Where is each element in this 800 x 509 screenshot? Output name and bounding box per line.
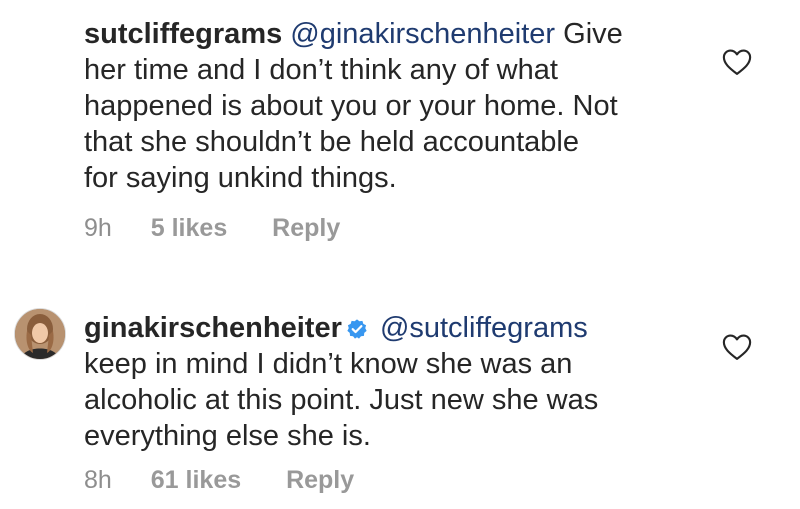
comment-item: sutcliffegrams @ginakirschenheiter Give …	[0, 0, 800, 260]
comment-meta: 8h 61 likes Reply	[84, 466, 354, 495]
reply-button[interactable]: Reply	[272, 214, 340, 243]
reply-button[interactable]: Reply	[286, 466, 354, 495]
comment-mention[interactable]: @ginakirschenheiter	[290, 18, 555, 50]
comment-text-line: that she shouldn’t be held accountable	[84, 126, 579, 158]
avatar[interactable]	[14, 308, 66, 360]
heart-outline-icon[interactable]	[722, 48, 752, 76]
comment-username[interactable]: sutcliffegrams	[84, 18, 282, 50]
comment-text-line: happened is about you or your home. Not	[84, 90, 618, 122]
comment-timestamp: 8h	[84, 466, 112, 494]
comment-text-line: for saying unkind things.	[84, 162, 397, 194]
comment-text-line: Give	[563, 18, 623, 50]
comment-likes-count[interactable]: 5 likes	[151, 214, 227, 243]
comment-item: ginakirschenheiter @sutcliffegrams keep …	[0, 300, 800, 509]
comment-username[interactable]: ginakirschenheiter	[84, 312, 342, 344]
comment-body: sutcliffegrams @ginakirschenheiter Give …	[84, 16, 664, 196]
comment-mention[interactable]: @sutcliffegrams	[380, 312, 588, 344]
comment-body: ginakirschenheiter @sutcliffegrams keep …	[84, 310, 664, 454]
comment-text-line: everything else she is.	[84, 420, 371, 452]
heart-outline-icon[interactable]	[722, 333, 752, 361]
comment-likes-count[interactable]: 61 likes	[151, 466, 241, 495]
comment-meta: 9h 5 likes Reply	[84, 214, 340, 243]
comment-text-line: alcoholic at this point. Just new she wa…	[84, 384, 599, 416]
verified-badge-icon	[346, 313, 368, 339]
comment-text-line: her time and I don’t think any of what	[84, 54, 558, 86]
comment-text-line: keep in mind I didn’t know she was an	[84, 348, 573, 380]
comment-timestamp: 9h	[84, 214, 112, 242]
